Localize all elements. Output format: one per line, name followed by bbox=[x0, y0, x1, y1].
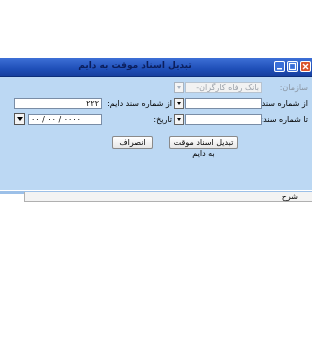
to-doc-field[interactable] bbox=[185, 114, 262, 125]
cancel-button[interactable]: انصراف bbox=[112, 136, 153, 149]
from-perm-doc-field[interactable]: ۲۲۲ bbox=[14, 98, 102, 109]
window-title: تبدیل اسناد موقت به دایم bbox=[78, 61, 192, 71]
from-doc-label: از شماره سند: bbox=[258, 99, 308, 108]
date-picker-button[interactable] bbox=[14, 113, 25, 125]
close-icon[interactable] bbox=[300, 61, 311, 72]
organization-field[interactable]: بانک رفاه کارگران- اداره bbox=[185, 82, 262, 93]
convert-docs-window: تبدیل اسناد موقت به دایم سازمان: بانک رف… bbox=[0, 58, 312, 291]
minimize-icon[interactable] bbox=[274, 61, 285, 72]
to-doc-label: تا شماره سند: bbox=[260, 115, 308, 124]
to-doc-dropdown-button[interactable] bbox=[174, 114, 184, 125]
results-grid[interactable] bbox=[0, 202, 312, 291]
organization-label: سازمان: bbox=[279, 83, 308, 92]
maximize-icon[interactable] bbox=[287, 61, 298, 72]
from-doc-dropdown-button[interactable] bbox=[174, 98, 184, 109]
date-field[interactable]: ۰۰ / ۰۰ / ۰۰۰۰ bbox=[28, 114, 102, 125]
organization-dropdown-button[interactable] bbox=[174, 82, 184, 93]
filter-panel: سازمان: بانک رفاه کارگران- اداره از شمار… bbox=[0, 77, 312, 190]
grid-header: شرح bbox=[24, 192, 312, 202]
from-perm-doc-label: از شماره سند دایم: bbox=[107, 99, 172, 108]
date-label: تاریخ: bbox=[153, 115, 172, 124]
from-doc-field[interactable] bbox=[185, 98, 262, 109]
column-header-description[interactable]: شرح bbox=[282, 192, 298, 201]
convert-button[interactable]: تبدیل اسناد موقت به دایم bbox=[169, 136, 238, 158]
title-bar[interactable]: تبدیل اسناد موقت به دایم bbox=[0, 58, 312, 77]
